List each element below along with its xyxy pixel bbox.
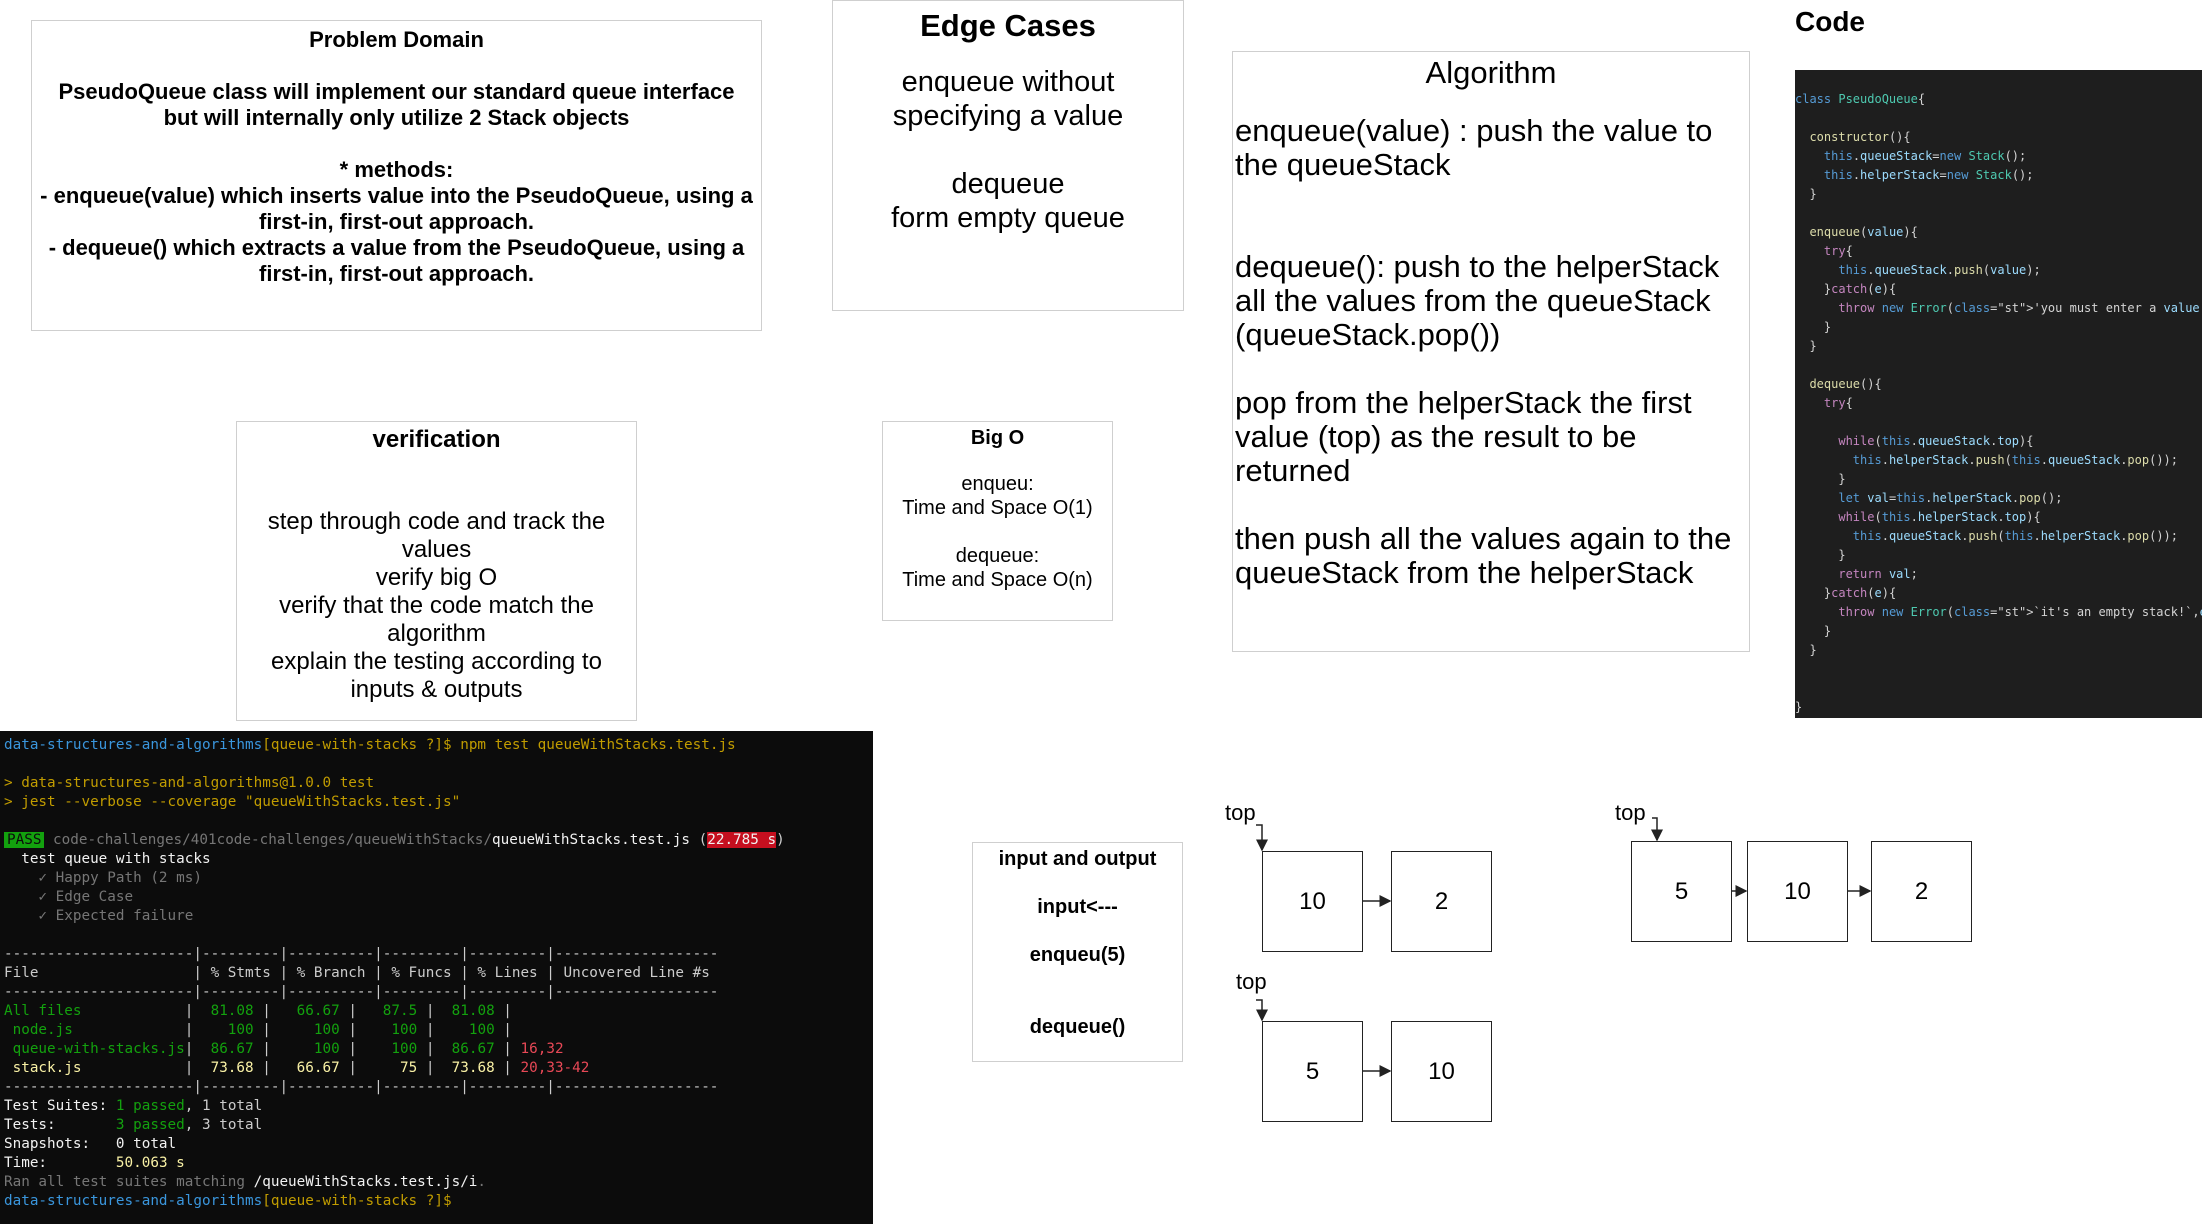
- terminal-panel: data-structures-and-algorithms[queue-wit…: [0, 731, 873, 1224]
- suites-passed: 1 passed: [115, 1098, 185, 1114]
- test-duration: 22.785 s: [707, 832, 777, 848]
- coverage-cell-branch: 66.67: [270, 1003, 349, 1019]
- tests-passed: 3 passed: [115, 1117, 185, 1133]
- test-dir: code-challenges/401code-challenges/queue…: [53, 832, 493, 848]
- test-result: ✓ Happy Path (2 ms): [4, 870, 202, 886]
- coverage-cell-lines: 100: [434, 1022, 504, 1038]
- coverage-separator: ----------------------|---------|-------…: [4, 984, 719, 1000]
- coverage-cell-stmts: 81.08: [193, 1003, 263, 1019]
- ran-pattern: /queueWithStacks.test.js/i: [253, 1174, 478, 1190]
- coverage-cell-branch: 100: [270, 1041, 349, 1057]
- coverage-cell-file: stack.js: [4, 1060, 185, 1076]
- suites-total: , 1 total: [184, 1098, 263, 1114]
- coverage-separator: ----------------------|---------|-------…: [4, 946, 719, 962]
- test-result: ✓ Edge Case: [4, 889, 134, 905]
- tests-label: Tests:: [4, 1117, 116, 1133]
- coverage-cell-stmts: 100: [193, 1022, 263, 1038]
- prompt-branch: [queue-with-stacks ?]$: [262, 737, 452, 753]
- suites-label: Test Suites:: [4, 1098, 116, 1114]
- coverage-cell-stmts: 86.67: [193, 1041, 263, 1057]
- coverage-separator: ----------------------|---------|-------…: [4, 1079, 719, 1095]
- script-line: > jest --verbose --coverage "queueWithSt…: [4, 794, 461, 810]
- suite-name: test queue with stacks: [4, 851, 211, 867]
- prompt-path: data-structures-and-algorithms: [4, 737, 263, 753]
- coverage-row: All files | 81.08 | 66.67 | 87.5 | 81.08…: [4, 1003, 512, 1019]
- coverage-row: queue-with-stacks.js| 86.67 | 100 | 100 …: [4, 1041, 564, 1057]
- coverage-header: File | % Stmts | % Branch | % Funcs | % …: [4, 965, 719, 981]
- snapshots-line: Snapshots: 0 total: [4, 1136, 177, 1152]
- coverage-cell-branch: 100: [270, 1022, 349, 1038]
- top-pointer-arrow: [1256, 824, 1268, 852]
- coverage-row: node.js | 100 | 100 | 100 | 100 |: [4, 1022, 512, 1038]
- test-file: queueWithStacks.test.js: [492, 832, 691, 848]
- coverage-cell-stmts: 73.68: [193, 1060, 263, 1076]
- coverage-cell-uncovered: 20,33-42: [511, 1060, 590, 1076]
- coverage-cell-funcs: 87.5: [356, 1003, 426, 1019]
- prompt-path: data-structures-and-algorithms: [4, 1193, 263, 1209]
- pass-badge: PASS: [4, 832, 45, 848]
- time-value: 50.063 s: [115, 1155, 185, 1171]
- coverage-cell-funcs: 100: [356, 1041, 426, 1057]
- coverage-cell-file: All files: [4, 1003, 185, 1019]
- time-label: Time:: [4, 1155, 116, 1171]
- coverage-cell-branch: 66.67: [270, 1060, 349, 1076]
- coverage-cell-lines: 81.08: [434, 1003, 504, 1019]
- prompt-branch: [queue-with-stacks ?]$: [262, 1193, 452, 1209]
- ran-text: Ran all test suites matching: [4, 1174, 254, 1190]
- coverage-cell-file: queue-with-stacks.js: [4, 1041, 185, 1057]
- coverage-cell-funcs: 75: [356, 1060, 426, 1076]
- top-pointer-arrow: [1256, 999, 1268, 1022]
- top-pointer-arrow: [1651, 817, 1663, 842]
- terminal-command: npm test queueWithStacks.test.js: [451, 737, 736, 753]
- coverage-cell-lines: 73.68: [434, 1060, 504, 1076]
- coverage-rows: All files | 81.08 | 66.67 | 87.5 | 81.08…: [4, 1003, 589, 1076]
- tests-total: , 3 total: [184, 1117, 263, 1133]
- ran-end: .: [477, 1174, 487, 1190]
- script-line: > data-structures-and-algorithms@1.0.0 t…: [4, 775, 375, 791]
- coverage-cell-lines: 86.67: [434, 1041, 504, 1057]
- coverage-cell-file: node.js: [4, 1022, 185, 1038]
- coverage-row: stack.js | 73.68 | 66.67 | 75 | 73.68 | …: [4, 1060, 590, 1076]
- test-result: ✓ Expected failure: [4, 908, 194, 924]
- coverage-cell-uncovered: 16,32: [511, 1041, 564, 1057]
- coverage-cell-funcs: 100: [356, 1022, 426, 1038]
